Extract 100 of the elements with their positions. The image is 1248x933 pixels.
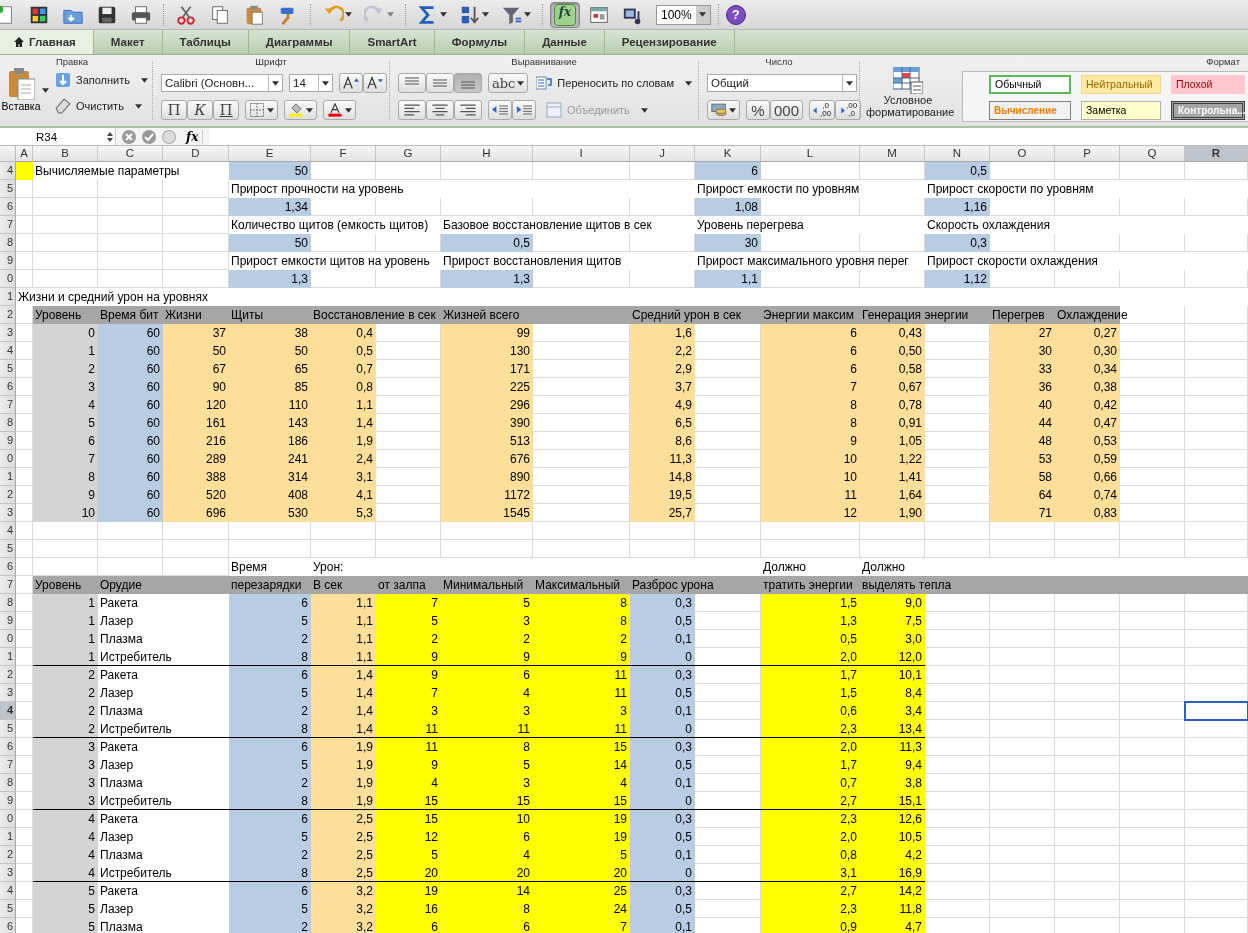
- row-header[interactable]: 8: [0, 594, 16, 612]
- row-header[interactable]: 8: [0, 774, 16, 792]
- row-header[interactable]: 9: [0, 792, 16, 810]
- font-size-field[interactable]: 14: [289, 74, 333, 92]
- row-header[interactable]: 9: [0, 432, 16, 450]
- thousands-button[interactable]: 000: [770, 100, 804, 120]
- ribbon-tab[interactable]: SmartArt: [350, 30, 435, 54]
- row-header[interactable]: 2: [0, 846, 16, 864]
- cell-style-button[interactable]: Обычный: [989, 75, 1071, 94]
- row-header[interactable]: 4: [0, 702, 16, 720]
- shrink-font-button[interactable]: [363, 73, 387, 93]
- cell-style-button[interactable]: Заметка: [1081, 101, 1161, 120]
- row-header[interactable]: 7: [0, 396, 16, 414]
- column-header[interactable]: G: [376, 146, 441, 162]
- fill-button[interactable]: Заполнить: [55, 70, 148, 90]
- increase-decimal-button[interactable]: ,00 ,0: [835, 100, 862, 120]
- row-header[interactable]: 5: [0, 540, 16, 558]
- row-header[interactable]: 6: [0, 558, 16, 576]
- row-header[interactable]: 2: [0, 666, 16, 684]
- row-header[interactable]: 5: [0, 360, 16, 378]
- ribbon-tab[interactable]: Главная: [0, 30, 94, 54]
- selected-cell[interactable]: [1184, 701, 1248, 721]
- grow-font-button[interactable]: [339, 73, 363, 93]
- row-header[interactable]: 4: [0, 882, 16, 900]
- column-header[interactable]: O: [990, 146, 1055, 162]
- horizontal-align-button[interactable]: [398, 100, 426, 120]
- row-header[interactable]: 5: [0, 900, 16, 918]
- column-header[interactable]: F: [311, 146, 376, 162]
- percent-button[interactable]: %: [746, 100, 770, 120]
- ribbon-tab[interactable]: Диаграммы: [248, 30, 351, 54]
- row-header[interactable]: 1: [0, 468, 16, 486]
- cancel-icon[interactable]: [122, 129, 136, 144]
- row-header[interactable]: 6: [0, 378, 16, 396]
- paste-button[interactable]: Вставка: [0, 68, 42, 112]
- ribbon-tab[interactable]: Формулы: [434, 30, 526, 54]
- underline-button[interactable]: П: [213, 100, 239, 120]
- row-header[interactable]: 2: [0, 306, 16, 324]
- row-header[interactable]: 1: [0, 828, 16, 846]
- cell-style-button[interactable]: Нейтральный: [1081, 75, 1161, 94]
- row-header[interactable]: 7: [0, 756, 16, 774]
- row-header[interactable]: 5: [0, 180, 16, 198]
- formula-field[interactable]: [209, 128, 1248, 145]
- italic-button[interactable]: К: [187, 100, 213, 120]
- font-color-button[interactable]: [323, 100, 356, 120]
- font-name-field[interactable]: Calibri (Основн...: [161, 74, 283, 92]
- borders-button[interactable]: [245, 100, 278, 120]
- column-header[interactable]: H: [441, 146, 533, 162]
- currency-button[interactable]: [707, 100, 740, 120]
- fill-color-button[interactable]: [284, 100, 317, 120]
- row-header[interactable]: 5: [0, 720, 16, 738]
- column-header[interactable]: J: [630, 146, 695, 162]
- ribbon-tab[interactable]: Рецензирование: [604, 30, 735, 54]
- row-header[interactable]: 0: [0, 450, 16, 468]
- row-header[interactable]: 9: [0, 252, 16, 270]
- row-header[interactable]: 6: [0, 918, 16, 933]
- insert-function-button[interactable]: fx: [182, 129, 204, 144]
- row-header[interactable]: 3: [0, 504, 16, 522]
- wrap-text-button[interactable]: Переносить по словам: [536, 73, 692, 93]
- cell-style-button[interactable]: Плохой: [1171, 75, 1245, 94]
- increase-indent-button[interactable]: [512, 100, 536, 120]
- ribbon-tab[interactable]: Макет: [93, 30, 163, 54]
- row-header[interactable]: 1: [0, 288, 16, 306]
- row-header[interactable]: 1: [0, 648, 16, 666]
- row-header[interactable]: 0: [0, 630, 16, 648]
- decrease-decimal-button[interactable]: ,0 ,00: [809, 100, 836, 120]
- row-header[interactable]: 2: [0, 486, 16, 504]
- help-button[interactable]: ?: [725, 4, 746, 25]
- column-header[interactable]: L: [761, 146, 860, 162]
- row-header[interactable]: 6: [0, 198, 16, 216]
- row-header[interactable]: 8: [0, 234, 16, 252]
- row-header[interactable]: 7: [0, 216, 16, 234]
- ribbon-tab[interactable]: Таблицы: [162, 30, 249, 54]
- column-header[interactable]: P: [1055, 146, 1120, 162]
- bold-button[interactable]: П: [161, 100, 187, 120]
- column-header[interactable]: R: [1185, 146, 1248, 162]
- row-header[interactable]: 0: [0, 810, 16, 828]
- row-header[interactable]: 3: [0, 684, 16, 702]
- row-header[interactable]: 4: [0, 522, 16, 540]
- orientation-button[interactable]: abc: [488, 73, 529, 93]
- column-header[interactable]: I: [533, 146, 630, 162]
- decrease-indent-button[interactable]: [488, 100, 512, 120]
- formula-button[interactable]: fx: [550, 1, 580, 28]
- row-header[interactable]: 4: [0, 162, 16, 180]
- name-box[interactable]: R34: [0, 128, 116, 145]
- row-header[interactable]: 4: [0, 342, 16, 360]
- horizontal-align-button[interactable]: [454, 100, 482, 120]
- vertical-align-button[interactable]: [398, 73, 426, 93]
- horizontal-align-button[interactable]: [426, 100, 454, 120]
- ribbon-tab[interactable]: Данные: [525, 30, 605, 54]
- row-header[interactable]: 7: [0, 576, 16, 594]
- row-header[interactable]: 6: [0, 738, 16, 756]
- row-header[interactable]: 8: [0, 414, 16, 432]
- row-header[interactable]: 3: [0, 864, 16, 882]
- zoom-dropdown[interactable]: 100%: [656, 4, 711, 25]
- conditional-formatting-button[interactable]: Условное форматирование: [864, 55, 952, 126]
- clear-button[interactable]: Очистить: [55, 96, 148, 116]
- column-header[interactable]: M: [860, 146, 925, 162]
- vertical-align-button[interactable]: [426, 73, 454, 93]
- row-header[interactable]: 0: [0, 270, 16, 288]
- number-format-field[interactable]: Общий: [707, 74, 857, 92]
